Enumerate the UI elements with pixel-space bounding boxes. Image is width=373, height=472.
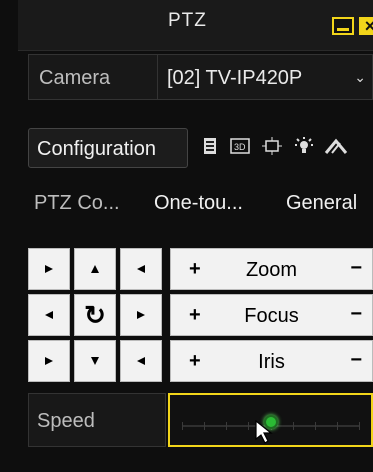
slider-tick (359, 422, 360, 430)
zoom-control: + Zoom − (170, 248, 373, 290)
pan-up-right-button[interactable] (120, 248, 162, 290)
configuration-button[interactable]: Configuration (28, 128, 188, 168)
auto-rotate-icon[interactable]: ↻ (74, 294, 116, 336)
light-icon[interactable] (292, 134, 316, 158)
divider (157, 55, 158, 99)
slider-tick (337, 422, 338, 430)
pan-down-left-button[interactable] (28, 340, 70, 382)
slider-tick (182, 422, 183, 430)
wiper-icon[interactable] (324, 134, 348, 158)
target-frame-icon[interactable] (260, 134, 284, 158)
title-bar: PTZ × (18, 0, 373, 51)
camera-select[interactable]: [02] TV-IP420P (167, 67, 302, 90)
speed-row: Speed (28, 393, 373, 447)
focus-control: + Focus − (170, 294, 373, 336)
svg-text:3D: 3D (234, 142, 246, 152)
configuration-bar: Configuration 3D (28, 120, 373, 176)
focus-label: Focus (244, 305, 299, 327)
pan-right-button[interactable] (120, 294, 162, 336)
close-icon[interactable]: × (359, 17, 373, 35)
minimize-icon[interactable] (332, 17, 354, 35)
camera-row: Camera [02] TV-IP420P ⌄ (28, 54, 373, 100)
ptz-direction-pad: ↻ (28, 248, 168, 388)
pan-up-left-button[interactable] (28, 248, 70, 290)
zoom-label: Zoom (245, 259, 298, 281)
iris-control: + Iris − (170, 340, 373, 382)
tab-ptz-control[interactable]: PTZ Co... (34, 192, 120, 215)
document-icon[interactable] (198, 134, 222, 158)
pan-left-button[interactable] (28, 294, 70, 336)
speed-label: Speed (28, 393, 166, 447)
pan-down-right-button[interactable] (120, 340, 162, 382)
iris-label: Iris (258, 351, 285, 373)
tab-one-touch[interactable]: One-tou... (154, 192, 243, 215)
tab-general[interactable]: General (286, 192, 357, 215)
tilt-up-button[interactable] (74, 248, 116, 290)
slider-tick (315, 422, 316, 430)
tab-bar: PTZ Co... One-tou... General (28, 180, 373, 224)
slider-tick (204, 422, 205, 430)
camera-label: Camera (39, 67, 111, 89)
chevron-down-icon[interactable]: ⌄ (354, 69, 366, 86)
focus-minus-button[interactable]: − (350, 303, 362, 326)
3d-icon[interactable]: 3D (228, 134, 252, 158)
tilt-down-button[interactable] (74, 340, 116, 382)
zoom-out-button[interactable]: − (350, 257, 362, 280)
mouse-pointer-icon (255, 420, 273, 444)
iris-minus-button[interactable]: − (350, 349, 362, 372)
slider-tick (293, 422, 294, 430)
window-title: PTZ (168, 10, 207, 31)
ptz-panel: PTZ × Camera [02] TV-IP420P ⌄ Configurat… (0, 0, 373, 472)
slider-tick (226, 422, 227, 430)
slider-tick (248, 422, 249, 430)
